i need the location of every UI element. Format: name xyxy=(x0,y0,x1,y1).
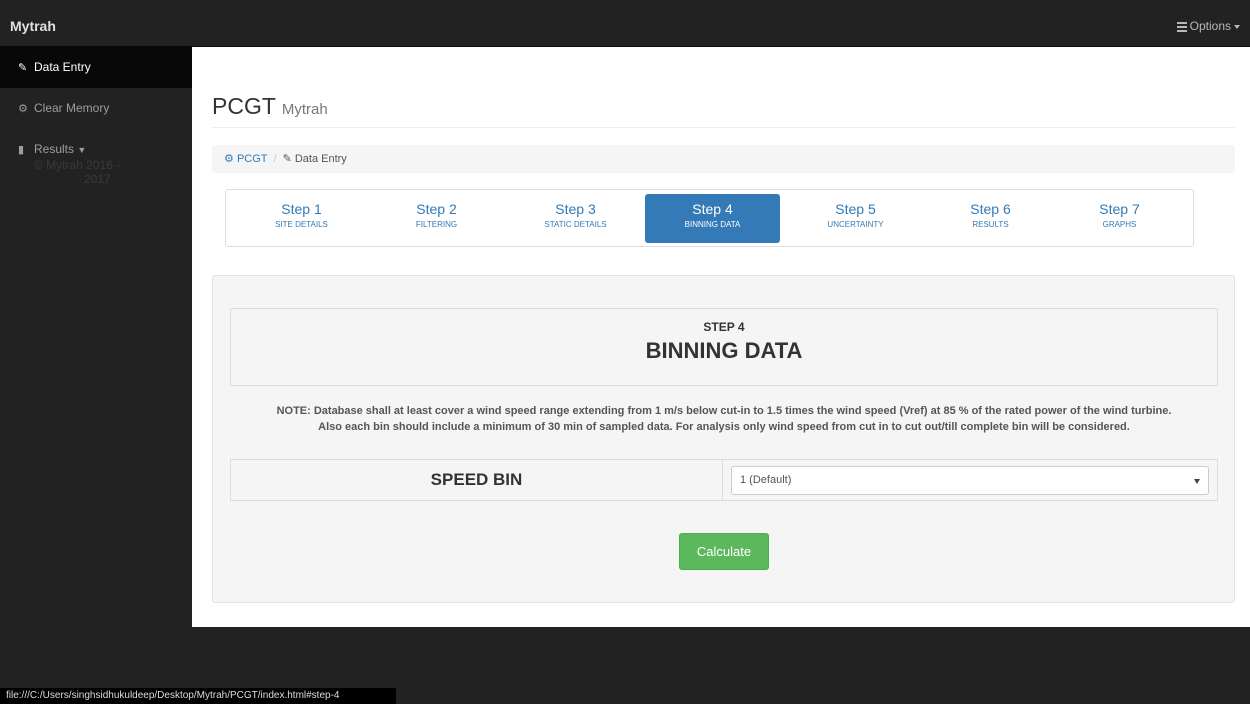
note-text: NOTE: Database shall at least cover a wi… xyxy=(230,403,1218,435)
step-label: GRAPHS xyxy=(1102,220,1137,229)
book-icon: ▮ xyxy=(18,144,25,156)
page-header: PCGT Mytrah xyxy=(212,91,1235,128)
brand-logo[interactable]: Mytrah xyxy=(10,5,56,47)
step-number: Step 5 xyxy=(835,201,876,217)
sidebar-item-data-entry[interactable]: ✎ Data Entry xyxy=(0,47,192,88)
options-menu[interactable]: Options xyxy=(1176,5,1240,47)
step-number: Step 7 xyxy=(1099,201,1140,217)
step-2-tab[interactable]: Step 2 FILTERING xyxy=(369,194,504,243)
breadcrumb-root[interactable]: ⚙ PCGT xyxy=(224,153,268,165)
speed-bin-select[interactable]: 1 (Default) xyxy=(731,466,1209,495)
note-line-2: Also each bin should include a minimum o… xyxy=(318,421,1130,433)
top-navbar: Mytrah Options xyxy=(0,5,1250,47)
sidebar-item-label: Results xyxy=(34,142,75,156)
copyright-line-2: 2017 xyxy=(84,172,111,186)
dashboard-icon: ⚙ xyxy=(18,103,28,115)
chevron-down-icon xyxy=(1194,479,1200,484)
speed-bin-cell: 1 (Default) xyxy=(723,460,1217,500)
breadcrumb: ⚙ PCGT / ✎ Data Entry xyxy=(212,145,1235,173)
step-number: Step 3 xyxy=(555,201,596,217)
speed-bin-label: SPEED BIN xyxy=(231,460,723,500)
step-1-tab[interactable]: Step 1 SITE DETAILS xyxy=(234,194,369,243)
breadcrumb-current: ✎ Data Entry xyxy=(282,153,347,165)
speed-bin-row: SPEED BIN 1 (Default) xyxy=(230,459,1218,501)
sidebar-item-clear-memory[interactable]: ⚙ Clear Memory xyxy=(0,88,192,129)
main-content: PCGT Mytrah ⚙ PCGT / ✎ Data Entry Step 1 S… xyxy=(192,47,1250,627)
status-bar-url: file:///C:/Users/singhsidhukuldeep/Deskt… xyxy=(0,688,396,704)
section-title-box: STEP 4 BINNING DATA xyxy=(230,308,1218,386)
copyright-line-1: © Mytrah 2016 - xyxy=(34,158,121,172)
sidebar: ✎ Data Entry ⚙ Clear Memory ▮ Results ▼ © M… xyxy=(0,47,192,627)
step-number: Step 6 xyxy=(970,201,1011,217)
step-label: BINNING DATA xyxy=(684,220,741,229)
page-subtitle: Mytrah xyxy=(281,101,328,118)
sidebar-item-label: Clear Memory xyxy=(34,101,110,115)
calculate-button[interactable]: Calculate xyxy=(679,533,769,570)
caret-down-icon xyxy=(1234,24,1240,29)
step-label: RESULTS xyxy=(972,220,1009,229)
step-label: SITE DETAILS xyxy=(275,220,328,229)
step-6-tab[interactable]: Step 6 RESULTS xyxy=(923,194,1058,243)
caret-down-icon: ▼ xyxy=(77,145,87,155)
step-panel: STEP 4 BINNING DATA NOTE: Database shall… xyxy=(212,275,1235,603)
sidebar-item-label: Data Entry xyxy=(34,60,91,74)
note-line-1: NOTE: Database shall at least cover a wi… xyxy=(276,405,1172,417)
step-wizard: Step 1 SITE DETAILS Step 2 FILTERING Ste… xyxy=(225,189,1194,247)
step-number: Step 2 xyxy=(416,201,457,217)
step-label: STATIC DETAILS xyxy=(544,220,607,229)
step-label: UNCERTAINTY xyxy=(827,220,884,229)
step-5-tab[interactable]: Step 5 UNCERTAINTY xyxy=(788,194,923,243)
dashboard-icon: ⚙ xyxy=(224,153,234,165)
breadcrumb-separator: / xyxy=(273,153,277,165)
page-title: PCGT Mytrah xyxy=(212,93,328,119)
speed-bin-value: 1 (Default) xyxy=(740,474,792,486)
section-title: BINNING DATA xyxy=(645,338,803,363)
edit-icon: ✎ xyxy=(282,153,292,165)
step-4-tab[interactable]: Step 4 BINNING DATA xyxy=(645,194,780,243)
step-3-tab[interactable]: Step 3 STATIC DETAILS xyxy=(508,194,643,243)
step-heading: STEP 4 xyxy=(703,320,745,334)
step-label: FILTERING xyxy=(415,220,458,229)
step-number: Step 1 xyxy=(281,201,322,217)
step-7-tab[interactable]: Step 7 GRAPHS xyxy=(1052,194,1187,243)
step-number: Step 4 xyxy=(692,201,733,217)
options-label: Options xyxy=(1189,19,1231,33)
menu-icon xyxy=(1176,20,1187,34)
edit-icon: ✎ xyxy=(18,62,28,74)
